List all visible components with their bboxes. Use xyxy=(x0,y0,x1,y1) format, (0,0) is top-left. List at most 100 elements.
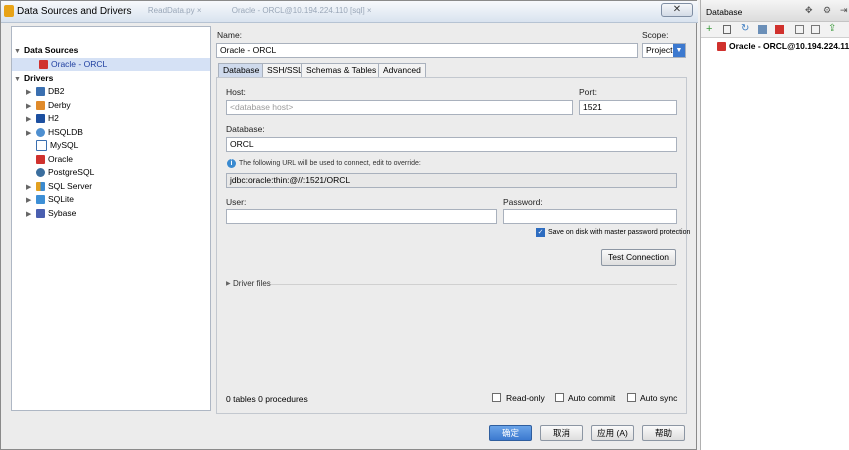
divider xyxy=(271,284,677,285)
tree-header-label: Data Sources xyxy=(24,45,79,55)
name-input[interactable]: Oracle - ORCL xyxy=(216,43,638,58)
tree-item-label: Oracle - ORCL xyxy=(51,59,108,69)
scope-select[interactable]: Project ▼ xyxy=(642,43,686,58)
tab-advanced[interactable]: Advanced xyxy=(378,63,426,77)
tree-item-db2[interactable]: ▶ DB2 xyxy=(26,85,65,98)
summary-text: 0 tables 0 procedures xyxy=(226,394,308,404)
apply-button[interactable]: 应用 (A) xyxy=(591,425,634,441)
stop-icon[interactable] xyxy=(775,25,784,34)
schema-icon[interactable] xyxy=(758,25,767,34)
postgresql-icon xyxy=(36,168,45,178)
export-icon[interactable]: ⇪ xyxy=(828,23,836,34)
database-panel-toolbar: + ↻ ⇪ xyxy=(701,22,849,38)
cancel-button[interactable]: 取消 xyxy=(540,425,583,441)
database-panel-title: Database xyxy=(706,7,743,17)
database-tab-panel xyxy=(216,77,687,414)
chevron-down-icon[interactable]: ▼ xyxy=(673,44,685,57)
host-label: Host: xyxy=(226,87,246,97)
ok-button[interactable]: 确定 xyxy=(489,425,532,441)
password-label: Password: xyxy=(503,197,543,207)
user-input[interactable] xyxy=(226,209,497,224)
test-connection-button[interactable]: Test Connection xyxy=(601,249,676,266)
sybase-icon xyxy=(36,209,45,219)
oracle-icon xyxy=(39,60,48,70)
tree-item-oracle-orcl[interactable]: Oracle - ORCL xyxy=(12,58,210,71)
gear-icon[interactable]: ⚙ xyxy=(823,5,831,16)
background-tab: ReadData.py × xyxy=(147,6,202,15)
tree-item-mysql[interactable]: MySQL xyxy=(36,139,78,152)
derby-icon xyxy=(36,101,45,111)
tab-database[interactable]: Database xyxy=(218,63,265,77)
close-button[interactable]: ✕ xyxy=(661,3,693,17)
tree-item-oracle[interactable]: Oracle xyxy=(36,153,73,166)
tree-item-label: Derby xyxy=(48,100,71,110)
tree-item-label: SQLite xyxy=(48,194,74,204)
tree-item-label: HSQLDB xyxy=(48,127,83,137)
tree-item-postgresql[interactable]: PostgreSQL xyxy=(36,166,94,179)
port-label: Port: xyxy=(579,87,597,97)
tree-item-label: Oracle xyxy=(48,154,74,164)
refresh-icon[interactable]: ↻ xyxy=(741,23,749,34)
port-input[interactable]: 1521 xyxy=(579,100,677,115)
sqlite-icon xyxy=(36,195,45,205)
tab-schemas-tables[interactable]: Schemas & Tables xyxy=(301,63,382,77)
tree-drivers[interactable]: ▼ Drivers xyxy=(14,72,53,85)
tree-item-label: SQL Server xyxy=(48,181,93,191)
database-item-label: Oracle - ORCL@10.194.224.110 xyxy=(729,41,849,51)
read-only-checkbox[interactable] xyxy=(492,393,501,402)
tree-item-label: H2 xyxy=(48,113,59,123)
h2-icon xyxy=(36,114,45,124)
background-tabs: ... ReadData.py × Oracle - ORCL@10.194.2… xyxy=(111,6,400,15)
expand-icon[interactable]: ▼ xyxy=(14,45,24,58)
auto-commit-label: Auto commit xyxy=(568,393,616,403)
password-input[interactable] xyxy=(503,209,677,224)
collapse-icon[interactable]: ▶ xyxy=(26,194,36,207)
tree-header-label: Drivers xyxy=(24,73,54,83)
data-sources-dialog: Data Sources and Drivers ... ReadData.py… xyxy=(0,0,698,450)
hsqldb-icon xyxy=(36,128,45,138)
driver-files-toggle[interactable]: Driver files xyxy=(233,279,271,288)
database-input[interactable]: ORCL xyxy=(226,137,677,152)
collapse-icon[interactable]: ▶ xyxy=(26,113,36,126)
tree-item-sql-server[interactable]: ▶ SQL Server xyxy=(26,180,92,193)
tree-item-derby[interactable]: ▶ Derby xyxy=(26,99,71,112)
background-tab: Oracle - ORCL@10.194.224.110 [sql] × xyxy=(231,6,372,15)
add-icon[interactable]: + xyxy=(706,23,712,35)
scope-value: Project xyxy=(646,45,673,55)
tree-item-h2[interactable]: ▶ H2 xyxy=(26,112,59,125)
tree-item-sqlite[interactable]: ▶ SQLite xyxy=(26,193,74,206)
console-icon[interactable] xyxy=(811,25,820,34)
help-button[interactable]: 帮助 xyxy=(642,425,685,441)
tree-item-label: Sybase xyxy=(48,208,77,218)
tree-item-hsqldb[interactable]: ▶ HSQLDB xyxy=(26,126,83,139)
url-input[interactable]: jdbc:oracle:thin:@//:1521/ORCL xyxy=(226,173,677,188)
pin-icon[interactable]: ✥ xyxy=(805,5,813,16)
name-label: Name: xyxy=(217,30,243,40)
copy-icon[interactable] xyxy=(723,25,731,34)
mysql-icon xyxy=(36,140,47,152)
tree-panel: ▼ Data Sources Oracle - ORCL ▼ Drivers ▶ DB… xyxy=(11,26,211,411)
app-icon xyxy=(4,5,14,17)
tree-item-label: DB2 xyxy=(48,86,65,96)
table-icon[interactable] xyxy=(795,25,804,34)
collapse-icon[interactable]: ▶ xyxy=(26,208,36,221)
db2-icon xyxy=(36,87,45,97)
tree-data-sources[interactable]: ▼ Data Sources xyxy=(14,44,78,57)
url-info-text: The following URL will be used to connec… xyxy=(239,160,421,167)
auto-commit-checkbox[interactable] xyxy=(555,393,564,402)
collapse-icon[interactable]: ▶ xyxy=(26,86,36,99)
oracle-icon xyxy=(36,155,45,165)
expand-icon[interactable]: ▼ xyxy=(14,73,24,86)
auto-sync-checkbox[interactable] xyxy=(627,393,636,402)
hide-icon[interactable]: ⇥ xyxy=(840,5,848,16)
tree-item-sybase[interactable]: ▶ Sybase xyxy=(26,207,76,220)
tree-item-label: PostgreSQL xyxy=(48,167,95,177)
host-input[interactable]: <database host> xyxy=(226,100,573,115)
auto-sync-label: Auto sync xyxy=(640,393,678,403)
chevron-right-icon[interactable]: ▶ xyxy=(226,280,231,287)
collapse-icon[interactable]: ▶ xyxy=(26,127,36,140)
save-label: Save on disk with master password protec… xyxy=(548,229,691,236)
save-checkbox[interactable]: ✓ xyxy=(536,228,545,237)
database-tree-item[interactable]: Oracle - ORCL@10.194.224.110 xyxy=(717,41,849,52)
user-label: User: xyxy=(226,197,247,207)
